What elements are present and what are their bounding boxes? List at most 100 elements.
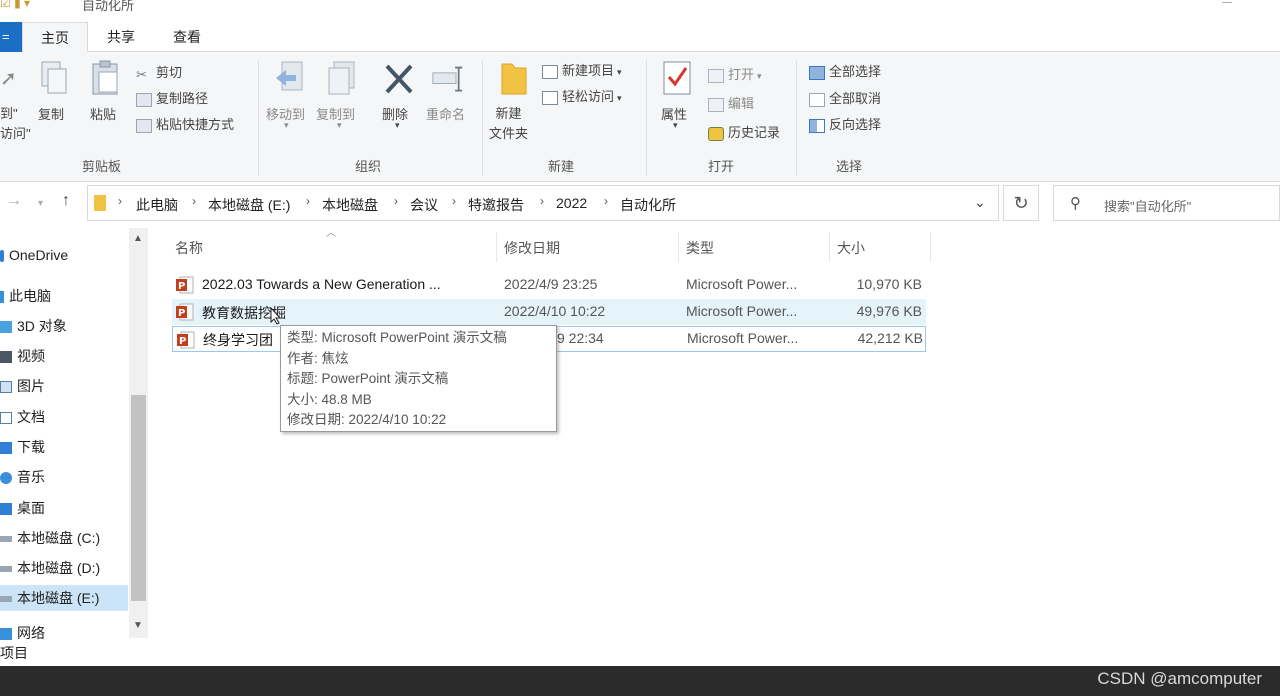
drive-icon: [0, 536, 12, 543]
nav-item-network[interactable]: 网络: [0, 626, 45, 640]
open-button[interactable]: 打开 ▾: [708, 64, 762, 83]
delete-icon[interactable]: [383, 62, 415, 98]
up-arrow-icon[interactable]: ↑: [62, 192, 70, 210]
crumb-this-pc[interactable]: 此电脑: [136, 195, 178, 215]
tab-home[interactable]: 主页: [22, 22, 88, 53]
nav-item-desktop[interactable]: 桌面: [0, 495, 45, 521]
mouse-cursor-icon: [270, 307, 282, 325]
new-item-button[interactable]: 新建项目 ▾: [542, 60, 622, 79]
group-open-label: 打开: [708, 159, 735, 174]
nav-item-documents[interactable]: 文档: [0, 404, 45, 430]
edit-label: 编辑: [728, 96, 755, 111]
crumb-meeting[interactable]: 会议: [410, 195, 438, 215]
column-divider[interactable]: [496, 232, 497, 262]
nav-item-downloads[interactable]: 下载: [0, 434, 45, 460]
chevron-right-icon[interactable]: ›: [118, 194, 122, 208]
properties-dropdown-icon[interactable]: ▾: [673, 120, 678, 131]
column-header-type[interactable]: 类型: [686, 238, 714, 258]
rename-button[interactable]: 重命名: [426, 104, 465, 123]
chevron-right-icon[interactable]: ›: [604, 194, 608, 208]
rename-icon[interactable]: [432, 62, 464, 98]
invert-selection-button[interactable]: 反向选择: [809, 114, 881, 133]
cut-button[interactable]: ✂ 剪切: [136, 62, 182, 82]
quick-access-toolbar-icon[interactable]: ☑ ▮ ▾: [0, 0, 30, 10]
column-header-size[interactable]: 大小: [837, 238, 865, 258]
paste-icon[interactable]: [90, 60, 122, 96]
file-type: Microsoft Power...: [686, 276, 798, 292]
copy-to-dropdown-icon[interactable]: ▾: [337, 120, 342, 131]
pin-icon[interactable]: ➚: [0, 66, 17, 91]
copy-icon[interactable]: [38, 60, 70, 96]
copy-to-button[interactable]: 复制到: [316, 104, 355, 123]
search-input[interactable]: 搜索"自动化所": [1104, 196, 1191, 215]
chevron-right-icon[interactable]: ›: [306, 194, 310, 208]
file-row[interactable]: P 教育数据挖掘 2022/4/10 10:22 Microsoft Power…: [172, 299, 926, 325]
back-arrow-icon[interactable]: →: [6, 192, 22, 210]
easy-access-button[interactable]: 轻松访问 ▾: [542, 86, 622, 105]
select-all-label: 全部选择: [829, 64, 882, 79]
address-dropdown-icon[interactable]: ⌄: [974, 194, 986, 211]
history-button[interactable]: 历史记录: [708, 122, 780, 141]
nav-item-this-pc[interactable]: 此电脑: [0, 283, 51, 309]
chevron-right-icon[interactable]: ›: [394, 194, 398, 208]
crumb-local-disk[interactable]: 本地磁盘: [322, 195, 378, 215]
column-header-name[interactable]: 名称: [175, 238, 203, 258]
new-folder-icon[interactable]: [498, 60, 530, 96]
crumb-current-folder[interactable]: 自动化所: [620, 195, 676, 215]
nav-item-pictures[interactable]: 图片: [0, 373, 45, 399]
paste-button[interactable]: 粘贴: [90, 104, 116, 123]
pin-quick-access-button[interactable]: 到" 访问": [0, 104, 31, 144]
scroll-up-arrow-icon[interactable]: ▲: [133, 233, 143, 244]
nav-item-drive-d[interactable]: 本地磁盘 (D:): [0, 555, 100, 581]
select-all-button[interactable]: 全部选择: [809, 61, 881, 80]
edit-button[interactable]: 编辑: [708, 93, 754, 112]
powerpoint-file-icon: P: [176, 303, 194, 321]
folder-icon: [94, 195, 106, 211]
nav-item-videos[interactable]: 视频: [0, 343, 45, 369]
chevron-right-icon[interactable]: ›: [192, 194, 196, 208]
nav-item-drive-e[interactable]: 本地磁盘 (E:): [0, 585, 128, 611]
nav-item-onedrive[interactable]: OneDrive: [0, 242, 68, 268]
recent-dropdown-icon[interactable]: ▾: [38, 198, 43, 209]
nav-scrollbar-thumb[interactable]: [131, 395, 146, 601]
address-bar[interactable]: › 此电脑 › 本地磁盘 (E:) › 本地磁盘 › 会议 › 特邀报告 › 2…: [87, 185, 999, 221]
file-row[interactable]: P 2022.03 Towards a New Generation ... 2…: [172, 272, 926, 298]
file-date: 2022/4/10 10:22: [504, 303, 606, 319]
column-divider[interactable]: [930, 232, 931, 262]
column-divider[interactable]: [829, 232, 830, 262]
window-title: 自动化所: [82, 0, 135, 13]
nav-item-3d-objects[interactable]: 3D 对象: [0, 313, 67, 339]
chevron-right-icon[interactable]: ›: [540, 194, 544, 208]
file-type: Microsoft Power...: [686, 303, 798, 319]
crumb-invited-talks[interactable]: 特邀报告: [468, 195, 524, 215]
tab-file[interactable]: =: [0, 22, 22, 52]
delete-dropdown-icon[interactable]: ▾: [395, 120, 400, 131]
new-folder-button[interactable]: 新建 文件夹: [489, 104, 528, 144]
copy-path-label: 复制路径: [156, 91, 209, 106]
column-divider[interactable]: [678, 232, 679, 262]
copy-path-button[interactable]: 复制路径: [136, 88, 208, 107]
tab-view[interactable]: 查看: [158, 22, 216, 53]
column-header-date[interactable]: 修改日期: [504, 238, 560, 258]
crumb-drive-e[interactable]: 本地磁盘 (E:): [208, 195, 290, 215]
nav-item-music[interactable]: 音乐: [0, 464, 45, 490]
tab-share[interactable]: 共享: [92, 22, 150, 53]
copy-button[interactable]: 复制: [38, 104, 64, 123]
refresh-button[interactable]: ↻: [1003, 185, 1039, 221]
title-bar: ☑ ▮ ▾ 自动化所 —: [0, 0, 1280, 16]
copy-to-icon[interactable]: [326, 60, 358, 96]
search-box[interactable]: ⚲ 搜索"自动化所": [1053, 185, 1280, 221]
select-none-button[interactable]: 全部取消: [809, 88, 881, 107]
powerpoint-file-icon: P: [176, 276, 194, 294]
chevron-right-icon[interactable]: ›: [452, 194, 456, 208]
move-to-dropdown-icon[interactable]: ▾: [284, 120, 289, 131]
crumb-2022[interactable]: 2022: [556, 195, 587, 211]
properties-icon[interactable]: [662, 60, 694, 96]
minimize-icon[interactable]: —: [1222, 0, 1232, 8]
nav-item-drive-c[interactable]: 本地磁盘 (C:): [0, 525, 100, 551]
paste-shortcut-button[interactable]: 粘贴快捷方式: [136, 114, 234, 133]
scroll-down-arrow-icon[interactable]: ▼: [133, 620, 143, 631]
move-to-icon[interactable]: [274, 60, 306, 96]
nav-item-label: 本地磁盘 (D:): [17, 560, 101, 576]
new-item-label: 新建项目: [562, 63, 615, 78]
